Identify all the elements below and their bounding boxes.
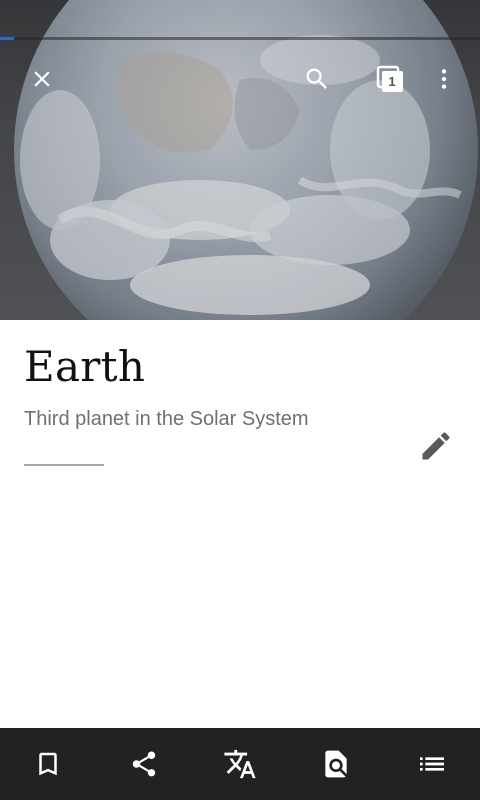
page-load-progress-fill: [0, 37, 15, 40]
page-action-bar: [0, 728, 480, 800]
translate-icon: [224, 749, 256, 779]
bookmark-button[interactable]: [12, 728, 84, 800]
search-button[interactable]: [293, 55, 341, 103]
earth-globe-image: [0, 0, 480, 320]
tabs-button[interactable]: 1: [366, 55, 414, 103]
overflow-menu-button[interactable]: [420, 55, 468, 103]
language-button[interactable]: [204, 728, 276, 800]
article-title: Earth: [24, 342, 146, 391]
find-in-page-button[interactable]: [300, 728, 372, 800]
tabs-count: 1: [388, 73, 396, 89]
share-icon: [132, 751, 156, 777]
table-of-contents-icon: [420, 757, 444, 771]
pencil-icon: [422, 432, 450, 460]
more-vert-icon: [441, 69, 447, 89]
article-description: Third planet in the Solar System: [24, 408, 309, 430]
close-button[interactable]: [18, 55, 66, 103]
bookmark-icon: [39, 752, 57, 776]
edit-description-button[interactable]: [412, 422, 460, 470]
search-icon: [306, 68, 327, 89]
lead-image[interactable]: 1: [0, 0, 480, 320]
table-of-contents-button[interactable]: [396, 728, 468, 800]
page-load-progress: [0, 37, 480, 40]
article-screen: 1 Earth Third planet in the Solar System: [0, 0, 480, 800]
share-button[interactable]: [108, 728, 180, 800]
find-in-page-icon: [325, 750, 347, 778]
title-divider: [24, 464, 104, 466]
close-icon: [34, 71, 50, 87]
